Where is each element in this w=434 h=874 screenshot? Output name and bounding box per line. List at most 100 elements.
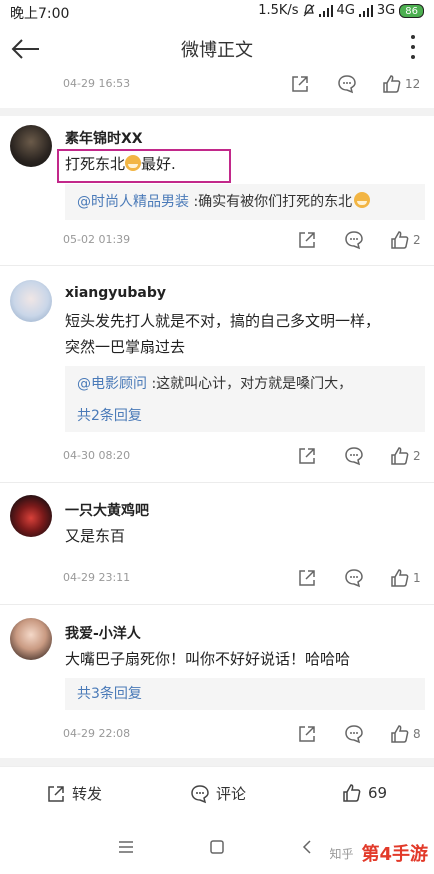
like-button[interactable]: 1 [390,566,421,590]
comment-icon [338,75,356,94]
thumbs-up-icon [391,725,409,743]
comment-meta-row: 04-29 23:11 1 [0,564,434,594]
row-divider [0,604,434,605]
row-divider [0,482,434,483]
share-icon [299,570,315,586]
comment-button[interactable] [344,228,364,252]
comment-icon [345,231,363,250]
thumbs-up-icon [383,75,401,93]
network-type-2: 3G [376,3,396,18]
signal-icon-2 [358,4,373,17]
share-icon [299,232,315,248]
avatar[interactable] [10,125,52,167]
comment-text: 短头发先打人就是不对，搞的自己多文明一样， [65,312,381,330]
like-count: 2 [413,449,421,463]
signal-icon-1 [318,4,333,17]
repost-button[interactable]: 转发 [46,783,102,804]
thumbs-up-icon [343,784,361,802]
share-button[interactable] [297,228,317,252]
like-count: 8 [413,727,421,741]
mention-link[interactable]: @时尚人精品男装 [77,194,189,210]
share-button[interactable] [290,72,310,96]
comment-button[interactable] [337,72,357,96]
highlight-box [57,149,231,183]
share-button[interactable] [297,722,317,746]
share-icon [299,448,315,464]
thumbs-up-icon [391,447,409,465]
bottom-action-bar: 转发 评论 69 [0,766,434,822]
battery-indicator: 86 [399,3,424,18]
comment-action-button[interactable]: 评论 [190,783,246,804]
status-bar: 晚上7:00 1.5K/s 4G 3G 86 [0,0,434,24]
network-speed: 1.5K/s [258,3,299,18]
section-divider [0,758,434,766]
share-button[interactable] [297,566,317,590]
comment-meta-row: 04-30 08:20 2 [0,442,434,472]
comment-text: 又是东百 [65,527,126,545]
section-divider [0,108,434,116]
comment-icon [345,725,363,744]
menu-icon[interactable] [118,840,134,854]
comment-username[interactable]: 素年锦时XX [65,128,143,148]
reply-count-link[interactable]: 共3条回复 [65,678,425,710]
network-type-1: 4G [336,3,355,18]
status-right: 1.5K/s 4G 3G 86 [258,3,424,18]
comment-button[interactable] [344,566,364,590]
row-divider [0,265,434,266]
like-button[interactable]: 8 [390,722,421,746]
comment-date: 04-29 16:53 [63,77,131,90]
comment-icon [345,447,363,466]
like-button[interactable]: 2 [390,228,421,252]
like-count: 1 [413,571,421,585]
page-title: 微博正文 [181,40,253,61]
quoted-reply[interactable]: @电影顾问 :这就叫心计，对方就是嗓门大， [65,366,425,402]
watermark-small: 知乎 [329,846,354,861]
like-count: 2 [413,233,421,247]
comment-meta-row: 05-02 01:39 2 [0,226,434,256]
mention-link[interactable]: @电影顾问 [77,376,147,392]
share-icon [48,785,64,802]
comment-date: 04-30 08:20 [63,449,131,462]
comment-username[interactable]: 我爱-小洋人 [65,623,141,643]
thumbs-up-icon [391,231,409,249]
more-vertical-icon [411,35,415,59]
thumbs-up-icon [391,569,409,587]
watermark: 知乎 第4手游 [329,840,428,866]
comment-meta-row: 04-29 22:08 8 [0,720,434,750]
comment-text: 突然一巴掌扇过去 [65,338,186,356]
like-count: 12 [405,77,421,91]
comment-date: 05-02 01:39 [63,233,131,246]
comment-date: 04-29 23:11 [63,571,131,584]
comment-icon [345,569,363,588]
comment-button[interactable] [344,444,364,468]
like-button[interactable]: 2 [390,444,421,468]
avatar[interactable] [10,618,52,660]
avatar[interactable] [10,495,52,537]
back-nav-icon[interactable] [302,840,312,854]
repost-label: 转发 [72,785,103,803]
comment-meta-row: 04-29 16:53 12 [0,70,434,100]
reply-count-link[interactable]: 共2条回复 [65,400,425,432]
comment-date: 04-29 22:08 [63,727,131,740]
comment-button[interactable] [344,722,364,746]
quote-text: :这就叫心计，对方就是嗓门大， [147,376,353,392]
more-button[interactable] [410,34,424,64]
quoted-reply[interactable]: @时尚人精品男装 :确实有被你们打死的东北 [65,184,425,220]
watermark-brand: 第4手游 [361,844,428,865]
comment-label: 评论 [216,785,247,803]
comment-username[interactable]: xiangyubaby [65,285,166,301]
comment-text: 大嘴巴子扇死你！叫你不好好说话！哈哈哈 [65,650,351,668]
mute-icon [303,4,314,17]
home-icon[interactable] [210,840,224,854]
share-icon [299,726,315,742]
avatar[interactable] [10,280,52,322]
share-icon [292,76,308,92]
doge-emoji-icon [354,192,371,208]
like-button[interactable]: 12 [382,72,420,96]
comment-icon [191,784,209,803]
status-time: 晚上7:00 [10,6,70,22]
share-button[interactable] [297,444,317,468]
like-action-button[interactable]: 69 [342,783,387,803]
comment-username[interactable]: 一只大黄鸡吧 [65,500,149,520]
app-header: 微博正文 [0,24,434,74]
